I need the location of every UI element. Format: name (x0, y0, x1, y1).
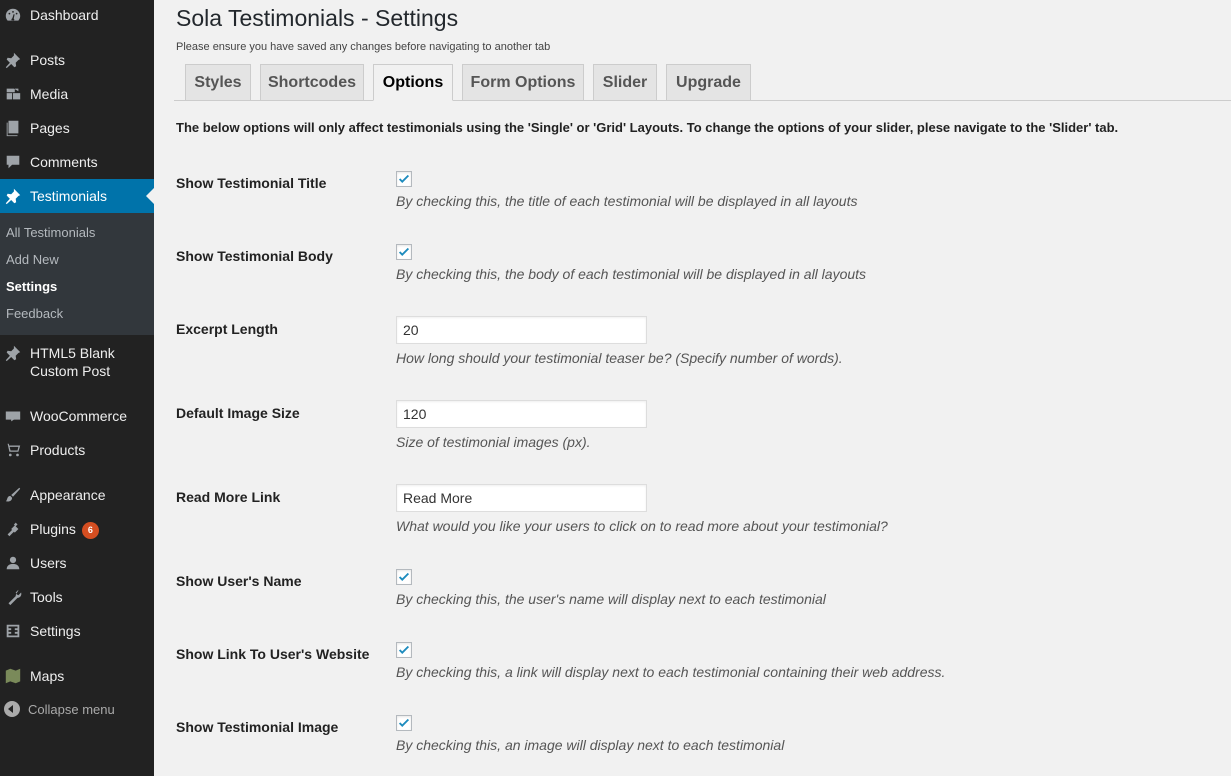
dashboard-icon (4, 6, 22, 24)
collapse-menu-button[interactable]: Collapse menu (4, 701, 115, 717)
show-website-link-label: Show Link To User's Website (176, 646, 370, 662)
pages-icon (4, 119, 22, 137)
checkmark-icon (398, 645, 410, 654)
checkmark-icon (398, 247, 410, 256)
plug-icon (4, 520, 22, 538)
sidebar-item-label: Comments (30, 154, 98, 170)
map-icon (4, 667, 22, 685)
user-icon (4, 554, 22, 572)
save-notice: Please ensure you have saved any changes… (176, 41, 551, 53)
show-website-link-description: By checking this, a link will display ne… (396, 664, 946, 680)
sidebar-item-tools[interactable]: Tools (0, 588, 154, 606)
sidebar-item-label: Testimonials (30, 188, 108, 204)
read-more-link-label: Read More Link (176, 489, 281, 505)
sidebar-item-comments[interactable]: Comments (0, 153, 154, 171)
sidebar-item-media[interactable]: Media (0, 85, 154, 103)
excerpt-length-input[interactable] (396, 316, 647, 344)
sidebar-item-label: Media (30, 86, 69, 102)
tab-form-options[interactable]: Form Options (462, 64, 584, 101)
show-image-label: Show Testimonial Image (176, 719, 339, 735)
plugins-update-badge: 6 (81, 521, 99, 539)
pin-icon (4, 344, 22, 362)
pin-icon (4, 187, 22, 205)
wrench-icon (4, 588, 22, 606)
sidebar-item-label: Pages (30, 120, 70, 136)
show-title-label: Show Testimonial Title (176, 175, 327, 191)
woocommerce-icon (4, 407, 22, 425)
sidebar-item-html5-blank-custom-post[interactable]: HTML5 Blank Custom Post (0, 344, 154, 380)
checkmark-icon (398, 572, 410, 581)
show-website-link-checkbox[interactable] (396, 642, 412, 658)
show-image-description: By checking this, an image will display … (396, 737, 785, 753)
show-users-name-description: By checking this, the user's name will d… (396, 591, 826, 607)
default-image-size-label: Default Image Size (176, 405, 300, 421)
excerpt-length-description: How long should your testimonial teaser … (396, 350, 843, 366)
page-title: Sola Testimonials - Settings (176, 5, 459, 31)
checkmark-icon (398, 174, 410, 183)
sidebar-item-settings[interactable]: Settings (0, 622, 154, 640)
sidebar-item-dashboard[interactable]: Dashboard (0, 6, 154, 24)
submenu-item-settings[interactable]: Settings (6, 279, 57, 295)
show-image-checkbox[interactable] (396, 715, 412, 731)
tab-slider[interactable]: Slider (593, 64, 657, 101)
pin-icon (4, 51, 22, 69)
tab-styles[interactable]: Styles (185, 64, 251, 101)
submenu-item-feedback[interactable]: Feedback (6, 306, 63, 322)
sidebar-item-woocommerce[interactable]: WooCommerce (0, 407, 154, 425)
sidebar-item-pages[interactable]: Pages (0, 119, 154, 137)
brush-icon (4, 486, 22, 504)
sidebar-item-users[interactable]: Users (0, 554, 154, 572)
show-body-label: Show Testimonial Body (176, 248, 333, 264)
sidebar-item-posts[interactable]: Posts (0, 51, 154, 69)
sidebar-item-label: HTML5 Blank Custom Post (30, 345, 115, 379)
sidebar-item-label: Tools (30, 589, 63, 605)
sidebar-item-maps[interactable]: Maps (0, 667, 154, 685)
sidebar-item-label: Maps (30, 668, 65, 684)
checkmark-icon (398, 718, 410, 727)
sidebar-item-label: Plugins 6 (30, 520, 99, 539)
collapse-arrow-icon (4, 701, 20, 717)
collapse-menu-label: Collapse menu (28, 701, 115, 717)
show-body-checkbox[interactable] (396, 244, 412, 260)
sidebar-item-label: Appearance (30, 487, 106, 503)
sidebar-item-label: Products (30, 442, 86, 458)
show-users-name-checkbox[interactable] (396, 569, 412, 585)
show-users-name-label: Show User's Name (176, 573, 302, 589)
tab-upgrade[interactable]: Upgrade (666, 64, 751, 101)
sidebar-item-testimonials[interactable]: Testimonials (0, 179, 154, 213)
show-title-checkbox[interactable] (396, 171, 412, 187)
sidebar-item-label: Settings (30, 623, 81, 639)
sidebar-item-plugins[interactable]: Plugins 6 (0, 520, 154, 539)
tab-shortcodes[interactable]: Shortcodes (260, 64, 364, 101)
sidebar-item-label: WooCommerce (30, 408, 127, 424)
plugins-label: Plugins (30, 520, 76, 537)
default-image-size-description: Size of testimonial images (px). (396, 434, 591, 450)
options-intro: The below options will only affect testi… (176, 120, 1119, 135)
show-title-description: By checking this, the title of each test… (396, 193, 858, 209)
sidebar-item-label: Dashboard (30, 7, 99, 23)
show-body-description: By checking this, the body of each testi… (396, 266, 867, 282)
submenu-item-add-new[interactable]: Add New (6, 252, 59, 268)
sidebar-item-appearance[interactable]: Appearance (0, 486, 154, 504)
testimonials-submenu: All Testimonials Add New Settings Feedba… (0, 213, 154, 335)
default-image-size-input[interactable] (396, 400, 647, 428)
excerpt-length-label: Excerpt Length (176, 321, 278, 337)
read-more-link-input[interactable] (396, 484, 647, 512)
sidebar-item-label: Posts (30, 52, 66, 68)
cart-icon (4, 441, 22, 459)
media-icon (4, 85, 22, 103)
sidebar-item-label: Users (30, 555, 67, 571)
submenu-item-all-testimonials[interactable]: All Testimonials (6, 225, 95, 241)
tab-options[interactable]: Options (373, 64, 453, 101)
admin-sidebar: Dashboard Posts Media Pages Comments Tes… (0, 0, 154, 776)
read-more-link-description: What would you like your users to click … (396, 518, 888, 534)
sidebar-item-products[interactable]: Products (0, 441, 154, 459)
comment-icon (4, 153, 22, 171)
settings-icon (4, 622, 22, 640)
